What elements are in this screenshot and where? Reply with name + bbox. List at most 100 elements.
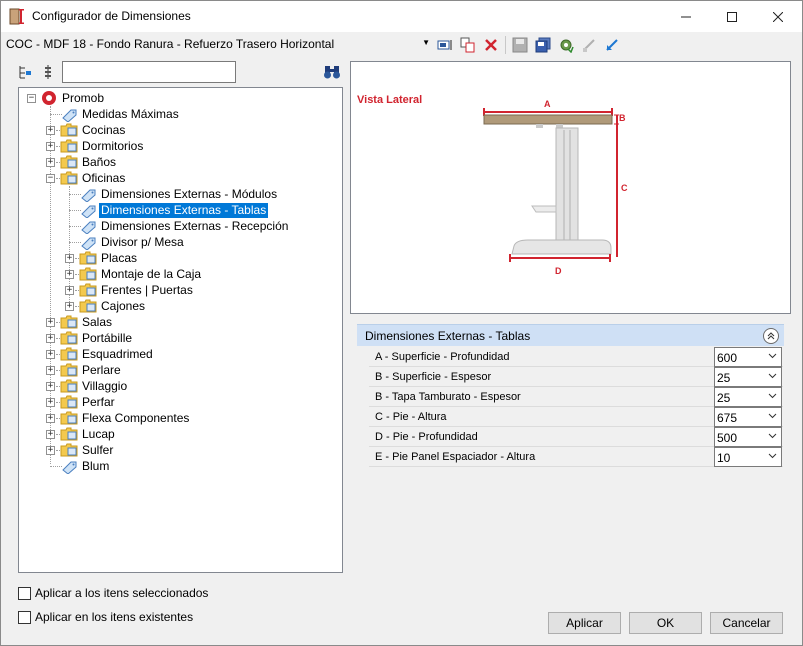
tree-expander-portabille[interactable]: + (46, 334, 55, 343)
export-button[interactable] (580, 36, 598, 54)
tree-expander-villaggio[interactable]: + (46, 382, 55, 391)
property-value-select[interactable]: 675 (714, 407, 782, 427)
property-row: D - Pie - Profundidad 500 (369, 427, 783, 447)
tree-node-label: Cajones (101, 298, 146, 313)
property-value-select[interactable]: 25 (714, 387, 782, 407)
tree-node-dimensiones-externas-tablas[interactable]: Dimensiones Externas - Tablas (79, 202, 269, 218)
copy-config-button[interactable] (459, 36, 477, 54)
tree-node-lucap[interactable]: Lucap (60, 426, 117, 442)
tree-node-cajones[interactable]: Cajones (79, 298, 147, 314)
expand-tree-button[interactable] (39, 63, 57, 81)
property-value: 10 (717, 451, 731, 465)
property-value: 500 (717, 431, 738, 445)
tree-expander-sulfer[interactable]: + (46, 446, 55, 455)
tree-node-promob[interactable]: Promob (40, 90, 106, 106)
property-row: C - Pie - Altura 675 (369, 407, 783, 427)
tree-node-frentes-puertas[interactable]: Frentes | Puertas (79, 282, 195, 298)
tree-node-flexa-componentes[interactable]: Flexa Componentes (60, 410, 191, 426)
apply-button[interactable]: Aplicar (548, 612, 621, 634)
rename-icon (437, 40, 452, 50)
tree-node-medidas-maximas[interactable]: Medidas Máximas (60, 106, 181, 122)
tree-node-sulfer[interactable]: Sulfer (60, 442, 115, 458)
tree-search-input[interactable] (62, 61, 236, 83)
property-value-select[interactable]: 25 (714, 367, 782, 387)
tree-node-banos[interactable]: Baños (60, 154, 118, 170)
dimensions-panel-header[interactable]: Dimensiones Externas - Tablas (357, 324, 784, 346)
tree-node-label: Dormitorios (82, 138, 144, 153)
tree-expander-cocinas[interactable]: + (46, 126, 55, 135)
save-as-button[interactable] (534, 36, 552, 54)
tree-expander-montaje-caja[interactable]: + (65, 270, 74, 279)
tree-expander-banos[interactable]: + (46, 158, 55, 167)
configuration-select[interactable]: COC - MDF 18 - Fondo Ranura - Refuerzo T… (6, 37, 432, 55)
folder-icon (60, 379, 78, 393)
tag-icon (81, 237, 96, 250)
tree-node-label: Lucap (82, 426, 115, 441)
minimize-icon (681, 16, 691, 17)
tree-node-dormitorios[interactable]: Dormitorios (60, 138, 145, 154)
property-label: C - Pie - Altura (375, 411, 447, 423)
tree-expander-lucap[interactable]: + (46, 430, 55, 439)
cancel-button[interactable]: Cancelar (710, 612, 783, 634)
property-row: A - Superficie - Profundidad 600 (369, 347, 783, 367)
property-row: B - Superficie - Espesor 25 (369, 367, 783, 387)
apply-selected-checkbox[interactable]: Aplicar a los itens seleccionados (18, 586, 208, 600)
tree-node-blum[interactable]: Blum (60, 458, 111, 474)
folder-icon (60, 123, 78, 137)
tree-node-label: Perlare (82, 362, 121, 377)
folder-icon (60, 331, 78, 345)
tree-expander-esquadrimed[interactable]: + (46, 350, 55, 359)
tree-expander-flexa-componentes[interactable]: + (46, 414, 55, 423)
chevron-down-icon (768, 413, 777, 419)
tree-expander-cajones[interactable]: + (65, 302, 74, 311)
settings-button[interactable] (557, 36, 575, 54)
tree-node-dimensiones-externas-modulos[interactable]: Dimensiones Externas - Módulos (79, 186, 279, 202)
tree-node-dimensiones-externas-recepcion[interactable]: Dimensiones Externas - Recepción (79, 218, 290, 234)
import-button[interactable] (603, 36, 621, 54)
delete-config-button[interactable] (482, 36, 500, 54)
tree-expander-placas[interactable]: + (65, 254, 74, 263)
close-button[interactable] (755, 1, 801, 32)
tree-node-divisor-mesa[interactable]: Divisor p/ Mesa (79, 234, 186, 250)
checkbox-box[interactable] (18, 586, 31, 600)
tree-expander-frentes-puertas[interactable]: + (65, 286, 74, 295)
tree-node-salas[interactable]: Salas (60, 314, 114, 330)
tree-node-label: Sulfer (82, 442, 114, 457)
view-label: Vista Lateral (357, 94, 423, 106)
configuration-select-value: COC - MDF 18 - Fondo Ranura - Refuerzo T… (6, 37, 335, 51)
tree-node-esquadrimed[interactable]: Esquadrimed (60, 346, 155, 362)
apply-existing-checkbox[interactable]: Aplicar en los itens existentes (18, 610, 193, 624)
save-button[interactable] (511, 36, 529, 54)
collapse-tree-button[interactable] (16, 63, 34, 81)
ok-button[interactable]: OK (629, 612, 702, 634)
tree-node-portabille[interactable]: Portábille (60, 330, 134, 346)
tree-expander-perfar[interactable]: + (46, 398, 55, 407)
tree-expander-perlare[interactable]: + (46, 366, 55, 375)
dropdown-arrow-icon: ▼ (422, 38, 430, 47)
property-value-select[interactable]: 600 (714, 347, 782, 367)
dimension-label-a: A (544, 99, 551, 109)
tree-expander-promob[interactable]: − (27, 94, 36, 103)
tree-expander-oficinas[interactable]: − (46, 174, 55, 183)
export-arrow-icon (583, 39, 595, 52)
tree-node-montaje-caja[interactable]: Montaje de la Caja (79, 266, 203, 282)
tree-node-oficinas[interactable]: Oficinas (60, 170, 127, 186)
tree-node-perlare[interactable]: Perlare (60, 362, 123, 378)
rename-config-button[interactable] (436, 36, 454, 54)
tree-expander-salas[interactable]: + (46, 318, 55, 327)
import-arrow-icon (606, 39, 618, 51)
tree-node-perfar[interactable]: Perfar (60, 394, 117, 410)
close-icon (773, 11, 783, 22)
tree-node-villaggio[interactable]: Villaggio (60, 378, 129, 394)
checkbox-box[interactable] (18, 610, 31, 624)
collapse-panel-button[interactable] (763, 328, 779, 344)
property-value-select[interactable]: 10 (714, 447, 782, 467)
property-value-select[interactable]: 500 (714, 427, 782, 447)
minimize-button[interactable] (663, 1, 709, 32)
tree-node-cocinas[interactable]: Cocinas (60, 122, 127, 138)
panel-title: Dimensiones Externas - Tablas (365, 329, 531, 343)
maximize-button[interactable] (709, 1, 755, 32)
binoculars-icon[interactable] (323, 64, 341, 80)
tree-node-placas[interactable]: Placas (79, 250, 139, 266)
tree-expander-dormitorios[interactable]: + (46, 142, 55, 151)
